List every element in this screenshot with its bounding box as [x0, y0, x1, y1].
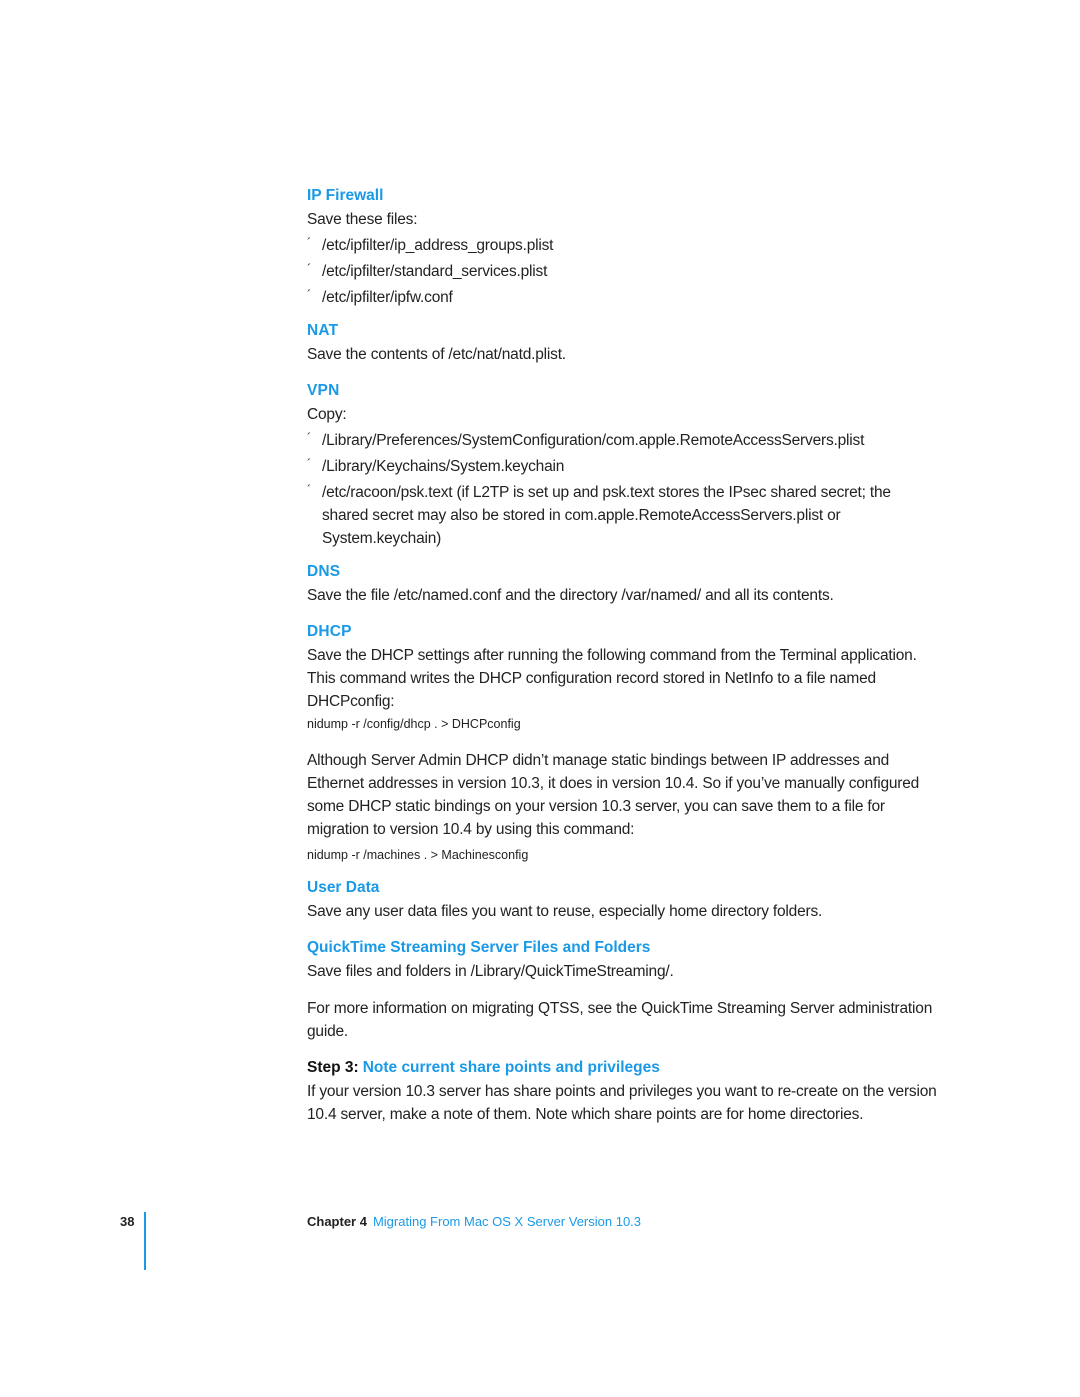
dns-body: Save the file /etc/named.conf and the di… [307, 587, 834, 604]
vpn-intro: Copy: [307, 406, 347, 423]
list-item: ´/Library/Preferences/SystemConfiguratio… [307, 429, 937, 452]
page-content: IP Firewall Save these files: ´/etc/ipfi… [307, 186, 937, 1126]
bullet-icon: ´ [307, 235, 312, 250]
list-item: ´/etc/ipfilter/ip_address_groups.plist [307, 234, 937, 257]
heading-user-data: User Data [307, 879, 380, 896]
step-label: Step 3: [307, 1059, 359, 1076]
qtss-body-2: For more information on migrating QTSS, … [307, 1000, 933, 1040]
heading-qtss: QuickTime Streaming Server Files and Fol… [307, 939, 651, 956]
list-item: ´/Library/Keychains/System.keychain [307, 455, 937, 478]
bullet-icon: ´ [307, 430, 312, 445]
list-item: ´/etc/racoon/psk.text (if L2TP is set up… [307, 481, 937, 550]
chapter-footer: Chapter 4 Migrating From Mac OS X Server … [307, 1214, 641, 1229]
footer-rule [144, 1212, 146, 1270]
bullet-icon: ´ [307, 456, 312, 471]
heading-dns: DNS [307, 563, 341, 580]
bullet-icon: ´ [307, 482, 312, 497]
qtss-body: Save files and folders in /Library/Quick… [307, 963, 674, 980]
dhcp-body-2: Although Server Admin DHCP didn’t manage… [307, 752, 920, 838]
dhcp-body: Save the DHCP settings after running the… [307, 647, 917, 710]
chapter-label: Chapter 4 [307, 1214, 367, 1229]
step-title: Note current share points and privileges [362, 1059, 660, 1076]
bullet-icon: ´ [307, 261, 312, 276]
list-item: ´/etc/ipfilter/ipfw.conf [307, 286, 937, 309]
page-number: 38 [120, 1214, 135, 1229]
ip-firewall-intro: Save these files: [307, 211, 418, 228]
user-data-body: Save any user data files you want to reu… [307, 903, 823, 920]
chapter-title: Migrating From Mac OS X Server Version 1… [372, 1214, 642, 1229]
step-3-heading: Step 3: Note current share points and pri… [307, 1058, 937, 1078]
dhcp-command: nidump -r /config/dhcp . > DHCPconfig [307, 717, 521, 731]
heading-dhcp: DHCP [307, 623, 352, 640]
ip-firewall-file-list: ´/etc/ipfilter/ip_address_groups.plist ´… [307, 234, 937, 309]
heading-nat: NAT [307, 322, 339, 339]
heading-ip-firewall: IP Firewall [307, 187, 384, 204]
list-item: ´/etc/ipfilter/standard_services.plist [307, 260, 937, 283]
step-3-body: If your version 10.3 server has share po… [307, 1083, 937, 1123]
bullet-icon: ´ [307, 287, 312, 302]
machines-command: nidump -r /machines . > Machinesconfig [307, 848, 529, 862]
nat-body: Save the contents of /etc/nat/natd.plist… [307, 346, 566, 363]
heading-vpn: VPN [307, 382, 340, 399]
vpn-file-list: ´/Library/Preferences/SystemConfiguratio… [307, 429, 937, 550]
